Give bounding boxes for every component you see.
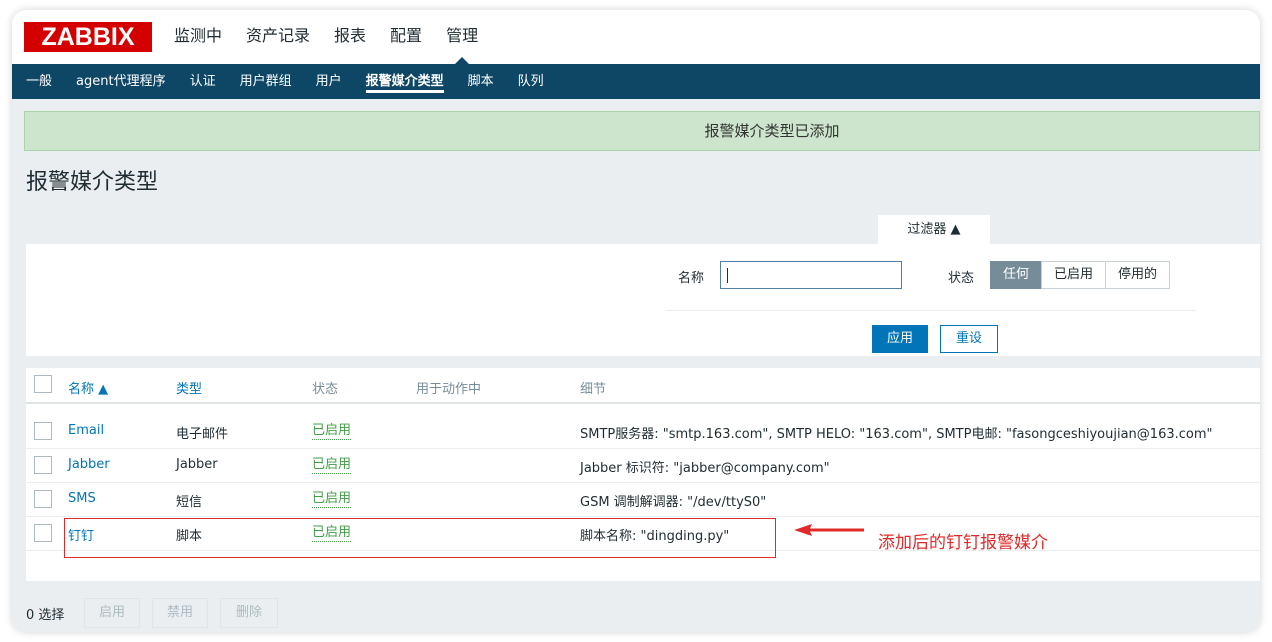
filter-toggle-tab[interactable]: 过滤器 ▲ [878, 215, 990, 245]
top-header: ZABBIX 监测中 资产记录 报表 配置 管理 [12, 10, 1260, 64]
main-nav-reports[interactable]: 报表 [322, 10, 378, 64]
text-caret [727, 268, 728, 283]
zabbix-logo[interactable]: ZABBIX [24, 22, 152, 52]
media-type-cell: 电子邮件 [176, 427, 229, 442]
sub-nav-users[interactable]: 用户 [304, 64, 354, 99]
footer-action-bar: 0 选择 启用 禁用 删除 [12, 594, 1260, 632]
main-nav-inventory[interactable]: 资产记录 [234, 10, 322, 64]
sub-nav-scripts[interactable]: 脚本 [456, 64, 506, 99]
status-toggle[interactable]: 已启用 [312, 423, 352, 440]
enable-button[interactable]: 启用 [84, 598, 140, 628]
details-cell: SMTP服务器: "smtp.163.com", SMTP HELO: "163… [580, 427, 1213, 442]
delete-button[interactable]: 删除 [220, 598, 278, 628]
page-title: 报警媒介类型 [26, 170, 159, 195]
column-type-header[interactable]: 类型 [176, 378, 202, 397]
sub-nav-media-types[interactable]: 报警媒介类型 [354, 64, 456, 99]
sub-nav: 一般 agent代理程序 认证 用户群组 用户 报警媒介类型 脚本 队列 [12, 64, 1260, 99]
annotation-text: 添加后的钉钉报警媒介 [878, 533, 1048, 553]
column-name-header[interactable]: 名称 ▲ [68, 378, 108, 397]
main-nav-administration[interactable]: 管理 [434, 10, 490, 64]
status-toggle[interactable]: 已启用 [312, 457, 352, 474]
highlight-box [64, 518, 776, 558]
disable-button[interactable]: 禁用 [152, 598, 208, 628]
media-type-cell: Jabber [176, 457, 218, 472]
details-cell: GSM 调制解调器: "/dev/ttyS0" [580, 495, 767, 510]
media-name-link[interactable]: SMS [68, 491, 96, 506]
table-row: Email 电子邮件 已启用 SMTP服务器: "smtp.163.com", … [26, 415, 1260, 449]
status-segmented-control: 任何 已启用 停用的 [990, 261, 1171, 289]
filter-status-label: 状态 [948, 271, 975, 286]
row-checkbox[interactable] [34, 422, 52, 440]
apply-button[interactable]: 应用 [872, 325, 928, 353]
sub-nav-authentication[interactable]: 认证 [178, 64, 228, 99]
app-window: ZABBIX 监测中 资产记录 报表 配置 管理 一般 agent代理程序 认证… [12, 10, 1260, 632]
table-row: SMS 短信 已启用 GSM 调制解调器: "/dev/ttyS0" [26, 483, 1260, 517]
column-status-header: 状态 [312, 382, 339, 397]
sub-nav-queue[interactable]: 队列 [506, 64, 556, 99]
table-row: Jabber Jabber 已启用 Jabber 标识符: "jabber@co… [26, 449, 1260, 483]
reset-button[interactable]: 重设 [940, 325, 998, 353]
main-nav: 监测中 资产记录 报表 配置 管理 [162, 10, 490, 64]
filter-name-label: 名称 [678, 271, 705, 286]
status-any-button[interactable]: 任何 [990, 261, 1043, 289]
column-details-header: 细节 [580, 382, 607, 397]
status-toggle[interactable]: 已启用 [312, 491, 352, 508]
row-checkbox[interactable] [34, 490, 52, 508]
media-type-cell: 短信 [176, 495, 203, 510]
main-nav-monitoring[interactable]: 监测中 [162, 10, 234, 64]
filter-panel: 名称 状态 任何 已启用 停用的 应用 重设 [26, 244, 1260, 356]
success-message: 报警媒介类型已添加 [24, 111, 1260, 151]
row-checkbox[interactable] [34, 524, 52, 542]
filter-name-input[interactable] [720, 261, 902, 289]
table-header: 名称 ▲ 类型 状态 用于动作中 细节 [26, 368, 1260, 404]
selected-count: 0 选择 [26, 608, 65, 623]
sub-nav-proxies[interactable]: agent代理程序 [64, 64, 178, 99]
filter-divider [666, 310, 1196, 311]
media-name-link[interactable]: Jabber [68, 457, 110, 472]
select-all-checkbox[interactable] [34, 375, 52, 393]
details-cell: Jabber 标识符: "jabber@company.com" [580, 461, 830, 476]
column-used-in-actions-header: 用于动作中 [416, 382, 482, 397]
row-checkbox[interactable] [34, 456, 52, 474]
media-name-link[interactable]: Email [68, 423, 104, 438]
annotation-arrow-icon [794, 524, 864, 536]
sub-nav-user-groups[interactable]: 用户群组 [228, 64, 304, 99]
status-disabled-button[interactable]: 停用的 [1105, 261, 1171, 289]
sub-nav-general[interactable]: 一般 [14, 64, 64, 99]
status-enabled-button[interactable]: 已启用 [1041, 261, 1107, 289]
main-nav-configuration[interactable]: 配置 [378, 10, 434, 64]
